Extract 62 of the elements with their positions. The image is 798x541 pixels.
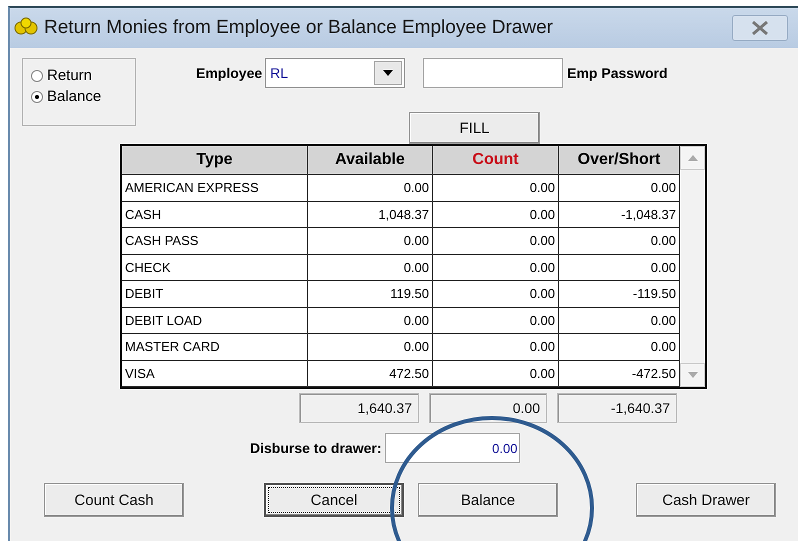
table-cell: MASTER CARD (122, 334, 308, 360)
disburse-label: Disburse to drawer: (250, 440, 382, 456)
table-cell: AMERICAN EXPRESS (122, 175, 308, 202)
column-header: Over/Short (559, 146, 680, 175)
total-field: -1,640.37 (557, 393, 677, 423)
table-cell: CHECK (122, 254, 308, 281)
scrollbar[interactable] (680, 146, 705, 387)
column-header: Available (308, 146, 433, 175)
table-cell: 1,048.37 (308, 202, 433, 228)
dropdown-button[interactable] (374, 61, 402, 85)
caret-icon (383, 70, 394, 76)
table-cell: -1,048.37 (559, 202, 680, 228)
table-cell: 0.00 (433, 281, 559, 308)
table-cell: 0.00 (433, 202, 559, 228)
mode-radio[interactable]: Return (31, 67, 135, 84)
password-label: Emp Password (567, 65, 668, 81)
table-cell: 0.00 (433, 308, 559, 334)
table-cell: 0.00 (308, 175, 433, 202)
table-cell: 0.00 (559, 254, 680, 281)
total-field: 0.00 (429, 393, 547, 423)
table-cell: 0.00 (559, 175, 680, 202)
close-icon (751, 20, 769, 36)
mode-radio[interactable]: Balance (31, 88, 135, 105)
table-cell: VISA (122, 360, 308, 387)
table-cell: 0.00 (433, 228, 559, 254)
action-button[interactable]: Balance (418, 483, 558, 517)
scroll-down-button[interactable] (680, 363, 705, 387)
table-cell: CASH PASS (122, 228, 308, 254)
table-cell: 0.00 (433, 175, 559, 202)
column-header: Count (433, 146, 559, 175)
scroll-up-button[interactable] (680, 146, 705, 170)
password-field[interactable] (423, 58, 564, 88)
table-cell: 0.00 (308, 308, 433, 334)
table-cell: 0.00 (559, 334, 680, 360)
table-cell: 0.00 (433, 360, 559, 387)
close-button[interactable] (732, 15, 788, 41)
table-cell: -119.50 (559, 281, 680, 308)
table-cell: -472.50 (559, 360, 680, 387)
action-button[interactable]: Cancel (264, 483, 404, 517)
employee-dropdown[interactable]: RL (265, 58, 406, 88)
table-cell: 0.00 (308, 334, 433, 360)
table-cell: CASH (122, 202, 308, 228)
window-title: Return Monies from Employee or Balance Employee Drawer (44, 17, 554, 39)
employee-label: Employee (196, 65, 262, 81)
table-cell: 0.00 (308, 254, 433, 281)
up-arrow-icon (688, 155, 698, 161)
table-cell: 0.00 (308, 228, 433, 254)
table-cell: 0.00 (433, 254, 559, 281)
table-cell: DEBIT LOAD (122, 308, 308, 334)
total-field: 1,640.37 (299, 393, 419, 423)
disburse-field[interactable]: 0.00 (385, 433, 520, 463)
table-cell: 0.00 (433, 334, 559, 360)
down-arrow-icon (688, 372, 698, 378)
column-header: Type (122, 146, 308, 175)
table-cell: 119.50 (308, 281, 433, 308)
table-cell: DEBIT (122, 281, 308, 308)
table-cell: 0.00 (559, 308, 680, 334)
table-cell: 0.00 (559, 228, 680, 254)
fill-button[interactable]: FILL (409, 112, 540, 144)
action-button[interactable]: Cash Drawer (636, 483, 776, 517)
action-button[interactable]: Count Cash (44, 483, 184, 517)
table-cell: 472.50 (308, 360, 433, 387)
